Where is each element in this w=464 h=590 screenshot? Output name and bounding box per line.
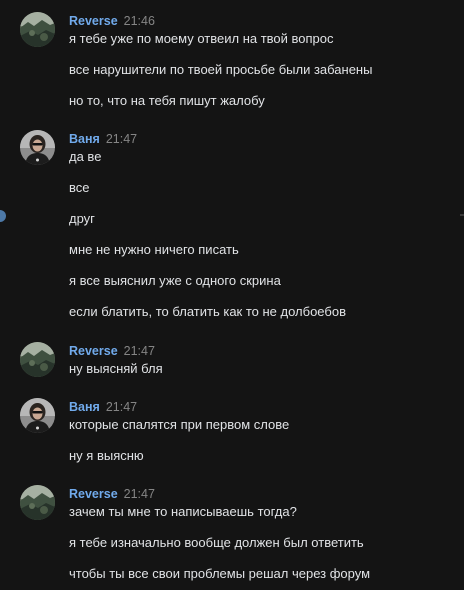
- message-time[interactable]: 21:47: [106, 132, 137, 146]
- message-text: мне не нужно ничего писать: [69, 242, 239, 257]
- message-time[interactable]: 21:46: [124, 14, 155, 28]
- message-text: все: [69, 180, 90, 195]
- message-text: я все выяснил уже с одного скрина: [69, 273, 281, 288]
- person-avatar-icon[interactable]: [20, 398, 55, 433]
- message-time[interactable]: 21:47: [124, 344, 155, 358]
- author-name[interactable]: Reverse: [69, 14, 118, 28]
- message-time[interactable]: 21:47: [124, 487, 155, 501]
- message-text: ну я выясню: [69, 448, 144, 463]
- message-text: я тебе изначально вообще должен был отве…: [69, 535, 364, 550]
- message-header: Reverse 21:46: [69, 12, 155, 28]
- author-name[interactable]: Ваня: [69, 400, 100, 414]
- message-header: Ваня 21:47: [69, 398, 137, 414]
- message-text: чтобы ты все свои проблемы решал через ф…: [69, 566, 371, 581]
- message-text: я тебе уже по моему отвеил на твой вопро…: [69, 31, 334, 46]
- chat-history: Reverse 21:46 я тебе уже по моему отвеил …: [0, 0, 464, 590]
- person-avatar-icon[interactable]: [20, 130, 55, 165]
- message-text: ну выясняй бля: [69, 361, 163, 376]
- message-text: которые спалятся при первом слове: [69, 417, 290, 432]
- message-text: все нарушители по твоей просьбе были заб…: [69, 62, 373, 77]
- author-name[interactable]: Reverse: [69, 344, 118, 358]
- scrollbar-thumb[interactable]: [460, 214, 464, 216]
- landscape-avatar-icon[interactable]: [20, 12, 55, 47]
- message-text: зачем ты мне то написываешь тогда?: [69, 504, 297, 519]
- author-name[interactable]: Reverse: [69, 487, 118, 501]
- landscape-avatar-icon[interactable]: [20, 342, 55, 377]
- message-text: да ве: [69, 149, 102, 164]
- message-time[interactable]: 21:47: [106, 400, 137, 414]
- message-text: но то, что на тебя пишут жалобу: [69, 93, 265, 108]
- message-text: если блатить, то блатить как то не долбо…: [69, 304, 346, 319]
- author-name[interactable]: Ваня: [69, 132, 100, 146]
- landscape-avatar-icon[interactable]: [20, 485, 55, 520]
- message-header: Reverse 21:47: [69, 485, 155, 501]
- message-header: Reverse 21:47: [69, 342, 155, 358]
- unread-indicator-icon[interactable]: [0, 210, 6, 222]
- message-text: друг: [69, 211, 95, 226]
- message-header: Ваня 21:47: [69, 130, 137, 146]
